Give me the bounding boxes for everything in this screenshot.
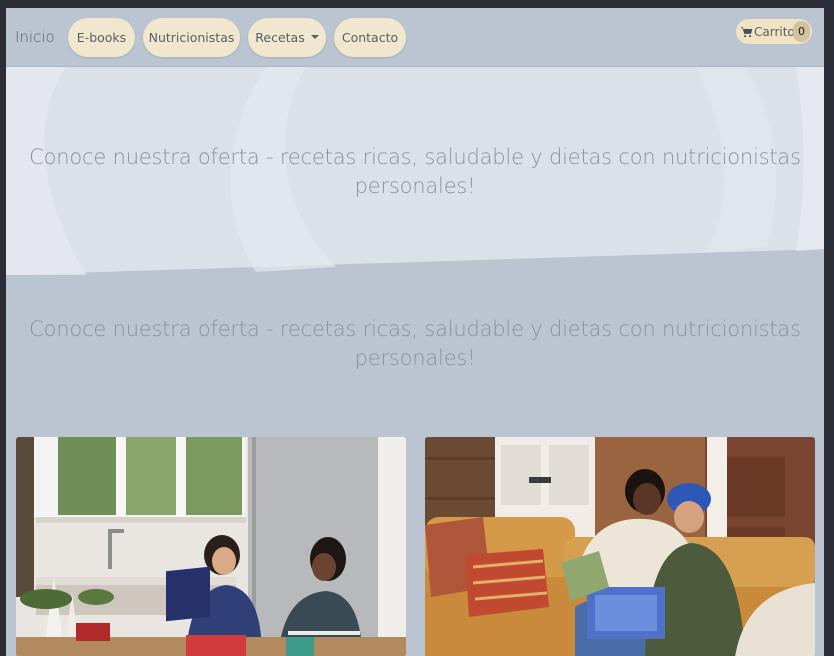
- nav-item-recetas-dropdown[interactable]: Recetas: [248, 18, 326, 57]
- nav-label: E-books: [76, 30, 127, 45]
- offers-title: Conoce nuestra oferta - recetas ricas, s…: [29, 317, 801, 370]
- sofa-photo: [425, 437, 815, 656]
- cart-button[interactable]: Carrito 0: [736, 19, 812, 44]
- nav-item-nutricionistas[interactable]: Nutricionistas: [143, 18, 240, 57]
- caret-down-icon: [310, 34, 319, 39]
- nav-item-ebooks[interactable]: E-books: [68, 18, 135, 57]
- offer-card-image-kitchen[interactable]: [16, 437, 406, 656]
- offer-card-image-sofa[interactable]: [425, 437, 815, 656]
- nav-label: Contacto: [341, 30, 399, 45]
- brand-link[interactable]: Inicio: [15, 28, 55, 46]
- cart-icon: [741, 26, 753, 37]
- hero-banner: Conoce nuestra oferta - recetas ricas, s…: [6, 67, 824, 279]
- kitchen-photo: [16, 437, 406, 656]
- nav-item-contacto[interactable]: Contacto: [334, 18, 406, 57]
- cart-label: Carrito: [754, 24, 795, 39]
- nav-label: Nutricionistas: [148, 30, 235, 45]
- page-frame: Inicio E-books Nutricionistas Recetas Co…: [6, 8, 824, 656]
- navbar: Inicio E-books Nutricionistas Recetas Co…: [6, 8, 824, 67]
- cart-count-badge: 0: [793, 21, 810, 42]
- hero-headline: Conoce nuestra oferta - recetas ricas, s…: [29, 145, 801, 198]
- nav-label: Recetas: [255, 30, 305, 45]
